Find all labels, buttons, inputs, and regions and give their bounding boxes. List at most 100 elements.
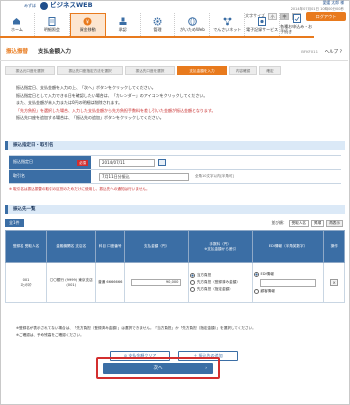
payee-table: 登録名 受取人名 金融機関名 支店名 科目 口座番号 支払金額（円） 手数料（円… xyxy=(4,230,345,303)
global-nav: ホーム 明細照会 ¥ 資金移動 承認 管理 がいためWeb でんさいネット 電子… xyxy=(0,13,314,38)
date-label-text: 振込指定日 xyxy=(13,159,33,165)
gear-icon xyxy=(153,17,163,26)
sort-controls: 並び順： 受取人名 昇順 再表示 xyxy=(271,219,343,227)
amount-input[interactable]: 90,000 xyxy=(131,279,182,286)
sort-label: 並び順： xyxy=(271,219,287,225)
sort-order-select[interactable]: 昇順 xyxy=(311,219,325,227)
form-caution: ※ 取引名は振込振替の取引の区別のためだけに使用し、振込先への通知は行いません。 xyxy=(9,187,150,191)
next-highlight: 次へ › xyxy=(96,357,220,379)
step-6: 確定 xyxy=(259,66,281,75)
edi-option-label: EDI情報 xyxy=(260,271,274,276)
resort-button[interactable]: 再表示 xyxy=(326,219,343,227)
nav-label: 各種お申込み・お手続き xyxy=(280,24,313,34)
nav-applications[interactable]: 各種お申込み・お手続き xyxy=(280,13,314,36)
step-2: 振込先口座指定方法を選択 xyxy=(57,66,123,75)
radio-icon xyxy=(189,287,195,292)
section-date-name: 振込指定日・取引名 xyxy=(5,141,345,150)
table-row: 001 ｴﾋﾒﾀﾛｳ 〇〇銀行 (9999) 東京支店 (001) 普通 666… xyxy=(4,262,345,303)
section-payee-list: 振込先一覧 xyxy=(5,205,345,214)
edi-option-customer[interactable]: 顧客情報 xyxy=(253,288,323,294)
fee-option-specified[interactable]: 先方負担（指定金額） xyxy=(189,287,251,292)
header-bar: みずほ ビジネスWEB 愛媛 太郎 様 2014年07月01日 10時00分00… xyxy=(0,0,348,12)
cell-amount: 90,000 xyxy=(124,262,189,303)
help-link[interactable]: ヘルプ ? xyxy=(325,50,342,55)
nav-e-record[interactable]: 電子記録サービス xyxy=(245,13,281,36)
cell-bank: 〇〇銀行 (9999) 東京支店 (001) xyxy=(46,262,97,303)
fee-option-registered[interactable]: 先方負担（登録済み金額） xyxy=(189,280,251,285)
col-account: 科目 口座番号 xyxy=(95,230,126,263)
next-button[interactable]: 次へ › xyxy=(103,363,213,374)
nav-densai[interactable]: でんさいネット xyxy=(210,13,246,36)
fee-option-label: 先方負担（指定金額） xyxy=(196,287,233,292)
required-badge: 必須 xyxy=(77,160,88,166)
cell-fee: 当方負担 先方負担（登録済み金額） 先方負担（指定金額） xyxy=(187,262,253,303)
edi-option-edi[interactable]: EDI情報 xyxy=(253,271,323,277)
payee-name: ｴﾋﾒﾀﾛｳ xyxy=(20,282,32,287)
edi-option-label: 顧客情報 xyxy=(260,288,275,293)
delete-row-button[interactable]: × xyxy=(330,279,339,286)
col-edi: EDI情報（半角英数字） xyxy=(251,230,325,263)
cell-account: 普通 6666666 xyxy=(95,262,126,303)
brand-sub: みずほ xyxy=(24,2,36,8)
last-login: 2014年07月01日 10時00分00秒 xyxy=(290,6,344,11)
footnote-line: ※ご確認は、予め残高をご確認ください。 xyxy=(16,332,84,337)
nav-transfer[interactable]: ¥ 資金移動 xyxy=(69,13,106,36)
nav-label: 明細照会 xyxy=(43,26,60,32)
nav-label: ホーム xyxy=(11,26,23,32)
cell-operation: × xyxy=(323,262,345,303)
brand-name: ビジネスWEB xyxy=(50,1,93,10)
col-fee: 手数料（円） ※支払金額から差引 xyxy=(187,230,253,263)
home-icon xyxy=(12,17,22,26)
radio-selected-icon xyxy=(253,271,259,277)
form-icon xyxy=(292,14,302,24)
calendar-icon[interactable] xyxy=(158,159,166,166)
record-icon xyxy=(257,16,267,26)
step-3: 振込先口座を選択 xyxy=(125,66,175,75)
nav-label: 承認 xyxy=(118,26,127,32)
user-info: 愛媛 太郎 様 2014年07月01日 10時00分00秒 xyxy=(290,0,344,11)
page-title-bar: 振込振替 支払金額入力 BFKF011 ヘルプ ? xyxy=(0,45,348,61)
instruction-line: 「先方負担」を選択した場合、入力した支払金額から先方負担手数料を差し引いた金額が… xyxy=(16,107,216,113)
fee-option-label: 当方負担 xyxy=(196,273,212,278)
brand-logo-icon xyxy=(40,2,48,10)
nav-approval[interactable]: 承認 xyxy=(106,13,141,36)
col-reg-name: 登録名 受取人名 xyxy=(4,230,48,263)
yen-icon: ¥ xyxy=(83,17,93,26)
transfer-form: 振込指定日 必須 2014/07/11 取引名 7月11日分振込 全角10文字以… xyxy=(9,155,341,184)
sort-key-select[interactable]: 受取人名 xyxy=(288,219,310,227)
step-5: 内容確認 xyxy=(229,66,257,75)
nav-statements[interactable]: 明細照会 xyxy=(35,13,70,36)
page-category: 振込振替 xyxy=(6,49,29,56)
nav-label: 資金移動 xyxy=(79,27,96,33)
brand[interactable]: みずほ ビジネスWEB xyxy=(24,1,93,10)
document-icon xyxy=(47,16,57,26)
nav-gaitame[interactable]: がいためWeb xyxy=(175,13,211,36)
fee-option-label: 先方負担（登録済み金額） xyxy=(196,280,240,285)
nav-admin[interactable]: 管理 xyxy=(141,13,176,36)
edi-input[interactable] xyxy=(259,278,316,287)
transaction-name-input[interactable]: 7月11日分振込 xyxy=(99,172,189,181)
radio-selected-icon xyxy=(189,273,195,278)
instructions: 振込指定日、支払金額を入力の上、「次へ」ボタンをクリックしてください。 振込指定… xyxy=(16,84,326,122)
fee-option-own[interactable]: 当方負担 xyxy=(189,273,251,278)
col-operation: 操作 xyxy=(323,230,345,263)
nav-label: 電子記録サービス xyxy=(246,26,279,32)
col-amount: 支払金額（円） xyxy=(124,230,189,263)
form-row-date: 振込指定日 必須 2014/07/11 xyxy=(9,156,341,170)
cell-reg-name: 001 ｴﾋﾒﾀﾛｳ xyxy=(4,262,48,303)
next-label: 次へ xyxy=(153,366,163,371)
stamp-icon xyxy=(118,17,128,26)
instruction-line: また、支払金額が未入力または0円の明細は削除されます。 xyxy=(16,100,123,106)
user-name: 愛媛 太郎 様 xyxy=(322,0,344,5)
list-toolbar: 全1件 並び順： 受取人名 昇順 再表示 xyxy=(5,218,345,228)
nav-label: でんさいネット xyxy=(213,26,242,32)
progress-steps: 振込元口座を選択 振込先口座指定方法を選択 振込先口座を選択 支払金額を入力 内… xyxy=(5,66,345,75)
radio-icon xyxy=(189,280,195,285)
nav-home[interactable]: ホーム xyxy=(0,13,35,36)
date-input[interactable]: 2014/07/11 xyxy=(99,158,155,167)
radio-icon xyxy=(253,288,259,294)
form-row-name: 取引名 7月11日分振込 全角10文字以内[半角可] xyxy=(9,170,341,184)
table-header-row: 登録名 受取人名 金融機関名 支店名 科目 口座番号 支払金額（円） 手数料（円… xyxy=(4,230,345,263)
help-label: ヘルプ xyxy=(324,49,339,55)
name-label: 取引名 xyxy=(9,170,91,183)
